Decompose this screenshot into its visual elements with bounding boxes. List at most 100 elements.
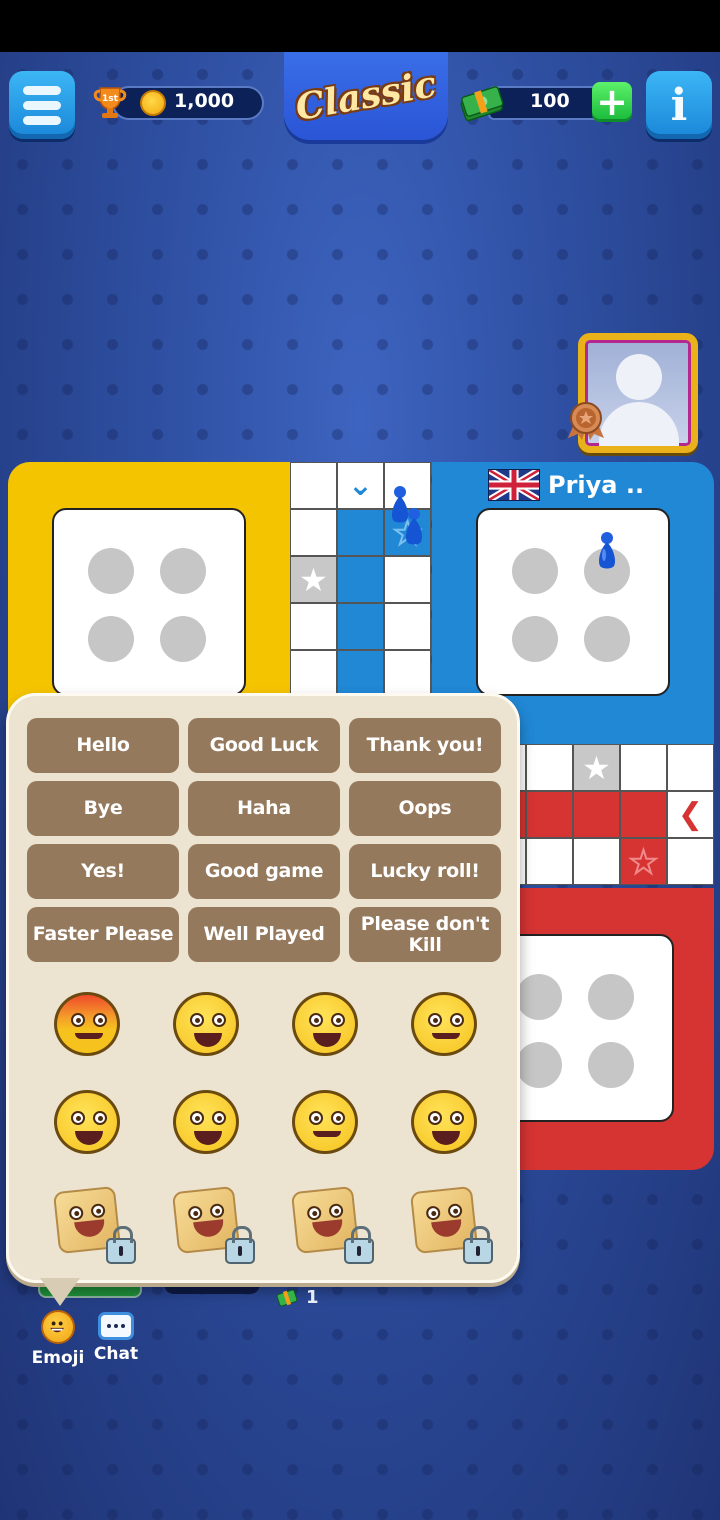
yellow-home-yard	[52, 508, 246, 696]
info-icon: i	[670, 79, 688, 131]
quick-phrase-button[interactable]: Faster Please	[27, 907, 179, 962]
safe-cell: ★	[573, 744, 620, 791]
chevron-down-icon: ⌄	[347, 467, 374, 503]
emoji-item[interactable]	[265, 986, 384, 1062]
token-slot	[584, 616, 630, 662]
quick-phrase-button[interactable]: Haha	[188, 781, 340, 836]
trophy-icon: 1st	[93, 87, 127, 118]
red-start-cell: ★	[620, 838, 667, 885]
track-cell	[384, 650, 431, 697]
blue-home-column-cell	[337, 650, 384, 697]
hamburger-line	[23, 100, 61, 110]
popup-pointer	[40, 1278, 80, 1306]
blue-home-column-cell	[337, 556, 384, 603]
shocked-emoji-icon	[410, 1090, 477, 1154]
quick-phrase-button[interactable]: Oops	[349, 781, 501, 836]
emoji-button[interactable]: Emoji	[30, 1310, 86, 1368]
emoji-item[interactable]	[27, 986, 146, 1062]
blue-home-yard	[476, 508, 670, 696]
bronze-medal-icon	[568, 402, 604, 440]
chat-bubble-icon	[98, 1312, 134, 1340]
quick-phrase-button[interactable]: Thank you!	[349, 718, 501, 773]
add-cash-button[interactable]: +	[592, 82, 632, 122]
rank-badge: 1st	[102, 94, 119, 104]
lock-icon	[225, 1226, 255, 1264]
blue-home-column-cell	[337, 509, 384, 556]
track-cell	[290, 603, 337, 650]
token-slot	[512, 616, 558, 662]
emoji-item[interactable]	[146, 986, 265, 1062]
emoji-item[interactable]	[146, 1182, 265, 1264]
track-cell: ❮	[667, 791, 714, 838]
blue-token[interactable]	[595, 530, 619, 570]
quick-phrase-button[interactable]: Yes!	[27, 844, 179, 899]
emoji-item[interactable]	[265, 1182, 384, 1264]
hamburger-icon	[23, 85, 61, 95]
chat-button[interactable]: Chat	[88, 1310, 144, 1364]
star-icon: ★	[299, 560, 328, 599]
red-home-column-cell	[620, 791, 667, 838]
token-slot	[160, 616, 206, 662]
smiley-icon	[41, 1310, 75, 1344]
token-slot	[160, 548, 206, 594]
info-button[interactable]: i	[646, 71, 712, 139]
coin-icon	[140, 90, 166, 116]
track-cell	[384, 603, 431, 650]
lock-icon	[106, 1226, 136, 1264]
track-cell: ⌄	[337, 462, 384, 509]
yawning-emoji-icon	[53, 1090, 120, 1154]
nervous-emoji-icon	[291, 1090, 358, 1154]
track-cell	[667, 838, 714, 885]
opponent-name: Priya ..	[548, 471, 645, 499]
plus-icon: +	[596, 80, 628, 124]
cash-balance: 100	[530, 90, 570, 112]
default-avatar-icon	[616, 354, 662, 400]
emoji-item[interactable]	[384, 986, 503, 1062]
token-slot	[512, 548, 558, 594]
track-cell	[620, 744, 667, 791]
chevron-left-icon: ❮	[677, 796, 704, 832]
track-cell	[384, 556, 431, 603]
reward-indicator: 1	[276, 1287, 319, 1308]
emoji-grid	[27, 986, 503, 1264]
chat-label: Chat	[93, 1344, 139, 1364]
emoji-item[interactable]	[27, 1084, 146, 1160]
track-cell	[290, 509, 337, 556]
token-slot	[88, 616, 134, 662]
blue-token[interactable]	[402, 506, 426, 546]
token-slot	[88, 548, 134, 594]
track-cell	[290, 462, 337, 509]
token-slot	[588, 974, 634, 1020]
emoji-item[interactable]	[384, 1084, 503, 1160]
track-cell	[526, 744, 573, 791]
quick-phrase-grid: Hello Good Luck Thank you! Bye Haha Oops Yes! G…	[27, 718, 503, 962]
quick-phrase-button[interactable]: Bye	[27, 781, 179, 836]
quick-phrase-button[interactable]: Well Played	[188, 907, 340, 962]
token-slot	[588, 1042, 634, 1088]
quick-phrase-button[interactable]: Good Luck	[188, 718, 340, 773]
uk-flag-icon	[488, 469, 540, 501]
emoji-item[interactable]	[384, 1182, 503, 1264]
quick-phrase-button[interactable]: Hello	[27, 718, 179, 773]
quick-phrase-button[interactable]: Lucky roll!	[349, 844, 501, 899]
track-cell	[667, 744, 714, 791]
quick-phrase-button[interactable]: Please don't Kill	[349, 907, 501, 962]
emoji-item[interactable]	[146, 1084, 265, 1160]
token-slot	[516, 1042, 562, 1088]
red-home-column-cell	[573, 791, 620, 838]
quick-phrase-button[interactable]: Good game	[188, 844, 340, 899]
crying-laughing-emoji-icon	[172, 992, 239, 1056]
opponent-name-row: Priya ..	[488, 468, 644, 502]
winking-tongue-emoji-icon	[410, 992, 477, 1056]
status-bar	[0, 0, 720, 52]
cash-stack-icon	[460, 86, 504, 122]
coin-balance: 1,000	[174, 90, 235, 112]
blue-home-column-cell	[337, 603, 384, 650]
default-avatar-body	[599, 402, 679, 446]
star-icon: ★	[582, 748, 611, 787]
track-cell	[526, 838, 573, 885]
safe-cell: ★	[290, 556, 337, 603]
emoji-item[interactable]	[265, 1084, 384, 1160]
menu-button[interactable]	[9, 71, 75, 139]
emoji-item[interactable]	[27, 1182, 146, 1264]
